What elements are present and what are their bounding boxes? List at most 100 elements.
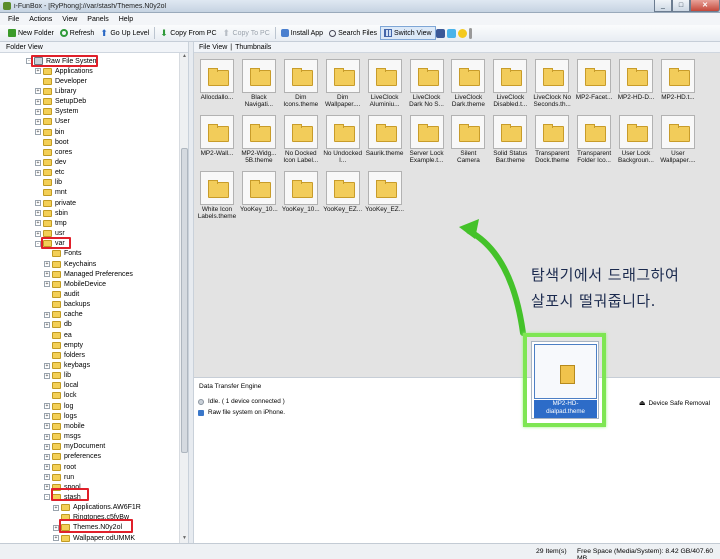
file-thumbnail[interactable]: White Icon Labels.theme: [197, 169, 237, 225]
tree-item[interactable]: + Keychains: [44, 259, 96, 269]
tree-item[interactable]: Developer: [35, 76, 87, 86]
file-thumbnail[interactable]: Dim Icons.theme: [281, 57, 321, 113]
refresh-button[interactable]: Refresh: [57, 26, 98, 40]
file-thumbnail[interactable]: Transparent Dock.theme: [532, 113, 572, 169]
file-thumbnail[interactable]: YooKey_10...: [239, 169, 279, 225]
tree-item[interactable]: lock: [44, 391, 76, 401]
expand-icon[interactable]: +: [35, 98, 41, 105]
tree-item[interactable]: empty: [44, 340, 83, 350]
expand-icon[interactable]: +: [44, 433, 50, 440]
tree-item[interactable]: + mobile: [44, 421, 85, 431]
tree-item[interactable]: audit: [44, 289, 79, 299]
file-thumbnail[interactable]: YooKey_EZ...: [323, 169, 363, 225]
expand-icon[interactable]: +: [44, 271, 50, 278]
tree-item[interactable]: + myDocument: [44, 442, 105, 452]
expand-icon[interactable]: +: [44, 484, 50, 491]
expand-icon[interactable]: +: [35, 230, 41, 237]
expand-icon[interactable]: +: [35, 129, 41, 136]
search-files-button[interactable]: Search Files: [326, 26, 380, 40]
expand-icon[interactable]: +: [44, 474, 50, 481]
tree-item[interactable]: + Applications.AW6F1R: [53, 503, 141, 513]
expand-icon[interactable]: +: [44, 261, 50, 267]
file-thumbnail[interactable]: MP2-Wall...: [197, 113, 237, 169]
file-thumbnail[interactable]: Allocdallo...: [197, 57, 237, 113]
scroll-down-icon[interactable]: ▼: [181, 535, 188, 543]
file-thumbnail[interactable]: LiveClock Dark.theme: [448, 57, 488, 113]
switch-view-button[interactable]: Switch View: [379, 26, 436, 40]
tree-scrollbar[interactable]: ▲ ▼: [179, 53, 188, 543]
expand-icon[interactable]: +: [44, 403, 50, 410]
expand-icon[interactable]: +: [35, 88, 41, 95]
tree-item[interactable]: + root: [44, 462, 76, 472]
file-thumbnail[interactable]: LiveClock No Seconds.th...: [532, 57, 572, 113]
file-thumbnail[interactable]: MP2-HD-D...: [616, 57, 656, 113]
tree-item[interactable]: + tmp: [35, 218, 67, 228]
tree-item[interactable]: + db: [44, 320, 72, 330]
expand-icon[interactable]: +: [35, 169, 41, 176]
tree-item[interactable]: + etc: [35, 168, 64, 178]
tab-thumbnails[interactable]: Thumbnails: [235, 42, 271, 52]
file-thumbnail[interactable]: YooKey_10...: [281, 169, 321, 225]
file-thumbnail[interactable]: User Wallpaper....: [658, 113, 698, 169]
scrollbar-thumb[interactable]: [181, 148, 188, 453]
tree-item[interactable]: mnt: [35, 188, 67, 198]
expand-icon[interactable]: +: [53, 535, 59, 542]
tree-item[interactable]: + preferences: [44, 452, 101, 462]
tree-item[interactable]: + bin: [35, 127, 64, 137]
expand-icon[interactable]: +: [35, 118, 41, 125]
tree-item[interactable]: + run: [44, 472, 74, 482]
tree-item[interactable]: + Wallpaper.odUMMK: [53, 533, 135, 543]
expand-icon[interactable]: +: [53, 504, 59, 511]
dragged-file[interactable]: MP2-HD-dialpad.theme: [531, 341, 599, 419]
file-thumbnail[interactable]: Dim Wallpaper....: [323, 57, 363, 113]
maximize-icon[interactable]: □: [672, 0, 690, 12]
tree-item[interactable]: + cache: [44, 310, 83, 320]
expand-icon[interactable]: +: [35, 68, 41, 75]
expand-icon[interactable]: +: [44, 372, 50, 379]
expand-icon[interactable]: +: [44, 413, 50, 420]
expand-icon[interactable]: +: [35, 210, 41, 217]
file-thumbnail[interactable]: YooKey_EZ...: [365, 169, 405, 225]
tree-item[interactable]: + MobileDevice: [44, 279, 106, 289]
tree-item[interactable]: + msgs: [44, 432, 81, 442]
expand-icon[interactable]: +: [35, 200, 41, 207]
menu-file[interactable]: File: [8, 16, 19, 23]
tree-item[interactable]: + logs: [44, 411, 77, 421]
tree-item[interactable]: boot: [35, 137, 69, 147]
expand-icon[interactable]: +: [35, 220, 41, 227]
tree-item[interactable]: local: [44, 381, 78, 391]
tree-item[interactable]: + User: [35, 117, 70, 127]
minimize-icon[interactable]: _: [654, 0, 672, 12]
file-thumbnail[interactable]: No Docked Icon Label...: [281, 113, 321, 169]
device-safe-removal-button[interactable]: ⏏ Device Safe Removal: [639, 399, 710, 408]
twitter-icon[interactable]: [446, 28, 456, 38]
file-thumbnail[interactable]: No Undocked I...: [323, 113, 363, 169]
go-up-button[interactable]: ⬆ Go Up Level: [97, 26, 152, 40]
file-thumbnail[interactable]: User Lock Backgroun...: [616, 113, 656, 169]
tree-item[interactable]: + dev: [35, 158, 66, 168]
expand-icon[interactable]: +: [44, 362, 50, 369]
expand-icon[interactable]: +: [44, 464, 50, 470]
menu-help[interactable]: Help: [119, 16, 133, 23]
menu-actions[interactable]: Actions: [29, 16, 52, 23]
scroll-up-icon[interactable]: ▲: [181, 53, 188, 61]
file-thumbnail[interactable]: Black Navigati...: [239, 57, 279, 113]
file-thumbnail[interactable]: MP2-Widg... 5B.theme: [239, 113, 279, 169]
file-thumbnail[interactable]: Saurik.theme: [365, 113, 405, 169]
file-thumbnail[interactable]: Server Lock Example.t...: [407, 113, 447, 169]
tree-item[interactable]: Fonts: [44, 249, 82, 259]
tree-item[interactable]: folders: [44, 350, 85, 360]
file-thumbnail[interactable]: Silent Camera: [448, 113, 488, 169]
close-icon[interactable]: ✕: [690, 0, 720, 12]
tree-item[interactable]: + System: [35, 107, 78, 117]
smiley-icon[interactable]: [457, 28, 467, 38]
collapse-icon[interactable]: -: [44, 494, 50, 501]
tree-item[interactable]: ea: [44, 330, 72, 340]
tree-item[interactable]: + private: [35, 198, 76, 208]
tab-file-view[interactable]: File View: [199, 42, 227, 52]
tree-item[interactable]: + sbin: [35, 208, 68, 218]
expand-icon[interactable]: +: [35, 108, 41, 115]
file-thumbnail[interactable]: Solid Status Bar.theme: [490, 113, 530, 169]
tree-item[interactable]: cores: [35, 147, 72, 157]
install-app-button[interactable]: Install App: [278, 26, 326, 40]
